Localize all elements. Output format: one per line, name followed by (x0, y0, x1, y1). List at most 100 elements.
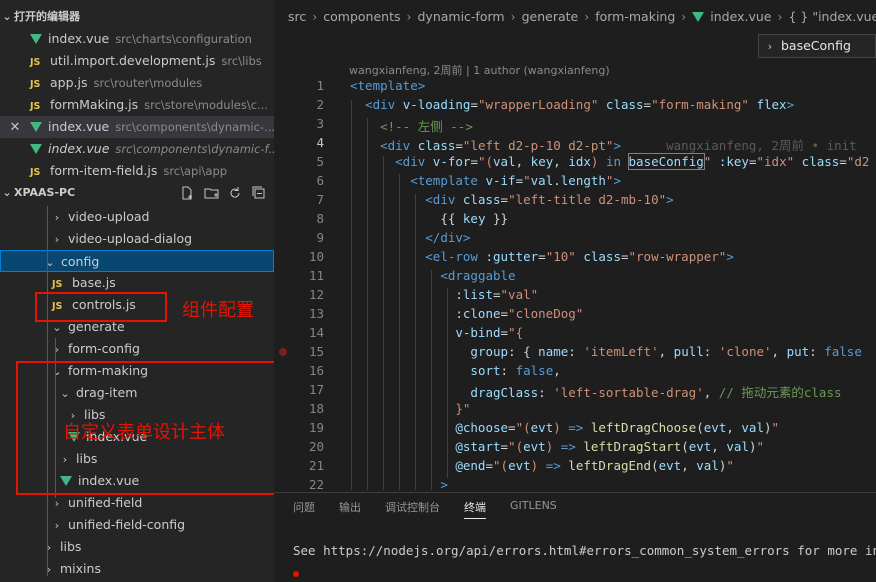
annotation-box-controls (35, 292, 167, 322)
breadcrumb-item[interactable]: dynamic-form (417, 9, 504, 24)
code-line[interactable]: <el-row :gutter="10" class="row-wrapper"… (350, 249, 734, 264)
code-line[interactable]: <template> (350, 78, 425, 93)
panel-tab[interactable]: 问题 (293, 499, 315, 515)
open-editor-item[interactable]: index.vue src\components\dynamic-f... (0, 138, 274, 160)
line-number: 13 (308, 306, 324, 321)
vue-file-icon (30, 121, 42, 132)
code-line[interactable]: <div class="left d2-p-10 d2-pt"> wangxia… (350, 135, 857, 154)
indent-guide (431, 270, 432, 490)
close-icon[interactable]: ✕ (0, 117, 30, 138)
breakpoint-dot[interactable] (279, 348, 287, 356)
line-number: 1 (316, 78, 324, 93)
tree-folder[interactable]: › video-upload (0, 206, 274, 228)
refresh-icon[interactable] (228, 186, 242, 204)
panel-tab[interactable]: 终端 (464, 499, 486, 519)
code-line[interactable]: @start="(evt) => leftDragStart(evt, val)… (350, 439, 764, 454)
breadcrumb-item[interactable]: generate (522, 9, 579, 24)
breadcrumb-item[interactable]: components (323, 9, 400, 24)
open-editor-item[interactable]: JS util.import.development.js src\libs (0, 50, 274, 72)
new-file-icon[interactable] (180, 186, 194, 204)
code-line[interactable]: :list="val" (350, 287, 538, 302)
code-line[interactable]: </div> (350, 230, 470, 245)
tree-folder[interactable]: › video-upload-dialog (0, 228, 274, 250)
code-token: evt (658, 458, 682, 473)
code-token: val (696, 458, 719, 473)
code-token: , (515, 154, 531, 169)
code-line[interactable]: <draggable (350, 268, 516, 283)
code-token: "cloneDog" (508, 306, 584, 321)
code-token: "form-making" (651, 97, 749, 112)
code-token: evt (688, 439, 712, 454)
tree-folder[interactable]: › unified-field-config (0, 514, 274, 536)
breadcrumb-dropdown-item[interactable]: baseConfig (781, 38, 851, 53)
breadcrumb-item[interactable]: { } "index.vue" (788, 9, 876, 24)
code-line[interactable]: dragClass: 'left-sortable-drag', // 拖动元素… (350, 382, 841, 401)
code-token: "row-wrapper" (628, 249, 727, 264)
code-token: = (839, 154, 847, 169)
vue-file-icon (692, 11, 705, 22)
tree-file[interactable]: JS base.js (0, 272, 274, 294)
tree-folder[interactable]: › mixins (0, 558, 274, 580)
panel-tab[interactable]: 输出 (339, 499, 361, 515)
open-editors-header[interactable]: ⌄ 打开的编辑器 (0, 6, 274, 28)
open-editor-item[interactable]: JS formMaking.js src\store\modules\c... (0, 94, 274, 116)
code-line[interactable]: v-bind="{ (350, 325, 523, 340)
code-token: = (493, 287, 501, 302)
code-line[interactable]: sort: false, (350, 363, 560, 378)
gitlens-blame-header[interactable]: wangxianfeng, 2周前 | 1 author (wangxianfe… (349, 62, 610, 78)
js-file-icon: JS (30, 79, 41, 90)
breadcrumb-item[interactable]: index.vue (710, 9, 771, 24)
vue-file-icon (30, 33, 42, 44)
code-line[interactable]: <div v-loading="wrapperLoading" class="f… (350, 97, 794, 112)
breadcrumb-item[interactable]: src (288, 9, 306, 24)
tree-folder[interactable]: › form-config (0, 338, 274, 360)
code-line[interactable]: group: { name: 'itemLeft', pull: 'clone'… (350, 344, 861, 359)
code-token: = (470, 154, 478, 169)
breadcrumb: src › components › dynamic-form › generate › for… (274, 0, 876, 34)
code-token: }} (485, 211, 509, 226)
code-line[interactable]: :clone="cloneDog" (350, 306, 583, 321)
code-token: <template (410, 173, 486, 188)
tree-folder[interactable]: › unified-field (0, 492, 274, 514)
code-token: , (726, 420, 742, 435)
panel-tab[interactable]: GITLENS (510, 499, 557, 512)
code-line[interactable]: }" (350, 401, 470, 416)
code-line[interactable]: <template v-if="val.length"> (350, 173, 621, 188)
code-token: ( (696, 420, 704, 435)
tree-folder[interactable]: › libs (0, 536, 274, 558)
breadcrumb-dropdown[interactable]: › baseConfig (758, 34, 876, 58)
open-editor-item[interactable]: ✕ index.vue src\components\dynamic-... (0, 116, 274, 138)
open-editor-item[interactable]: JS app.js src\router\modules (0, 72, 274, 94)
code-token: "( (493, 458, 509, 473)
annotation-design-note: 自定义表单设计主体 (63, 422, 225, 443)
code-token: , (771, 344, 787, 359)
code-token: <draggable (440, 268, 516, 283)
code-line[interactable]: <div v-for="(val, key, idx) in baseConfi… (350, 153, 869, 170)
code-line[interactable]: @end="(evt) => leftDragEnd(evt, val)" (350, 458, 734, 473)
breadcrumb-item[interactable]: form-making (595, 9, 675, 24)
new-folder-icon[interactable] (204, 186, 220, 204)
tree-folder[interactable]: ⌄ config (0, 250, 274, 272)
open-editor-name: app.js (50, 75, 88, 90)
line-number: 5 (316, 154, 324, 169)
code-token: "( (477, 154, 494, 169)
open-editor-path: src\router\modules (93, 76, 203, 90)
code-token: }" (455, 401, 471, 416)
code-line[interactable]: <!-- 左侧 --> (350, 116, 473, 135)
code-line[interactable]: {{ key }} (350, 211, 508, 226)
code-token: val (530, 173, 554, 188)
code-token: ) (763, 420, 772, 435)
panel-tab[interactable]: 调试控制台 (385, 499, 440, 515)
code-token: : (538, 385, 554, 400)
collapse-all-icon[interactable] (252, 186, 266, 204)
open-editor-path: src\charts\configuration (115, 32, 252, 46)
open-editor-item[interactable]: JS form-item-field.js src\api\app (0, 160, 274, 182)
open-editor-item[interactable]: index.vue src\charts\configuration (0, 28, 274, 50)
